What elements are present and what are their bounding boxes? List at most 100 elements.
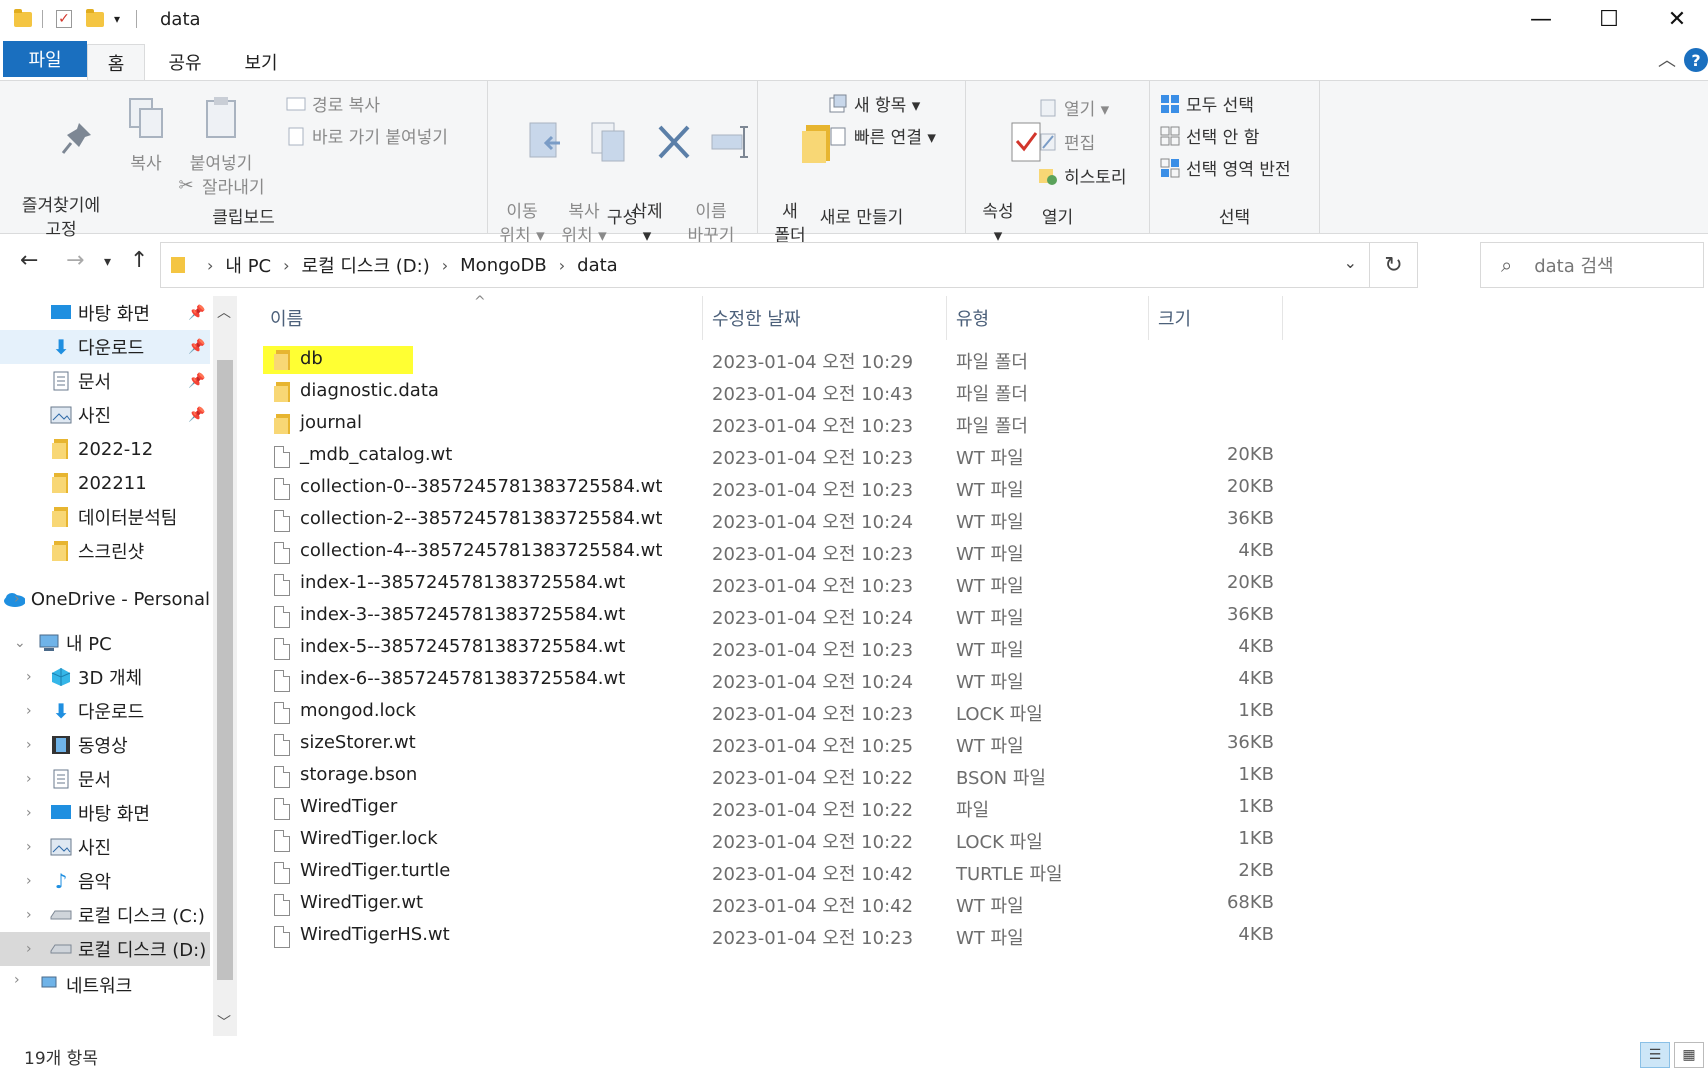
expand-chevron-icon[interactable]: ›	[14, 591, 20, 607]
column-header-size[interactable]: 크기	[1158, 296, 1191, 340]
file-row[interactable]: storage.bson 2023-01-04 오전 10:22 BSON 파일 1K…	[240, 760, 1708, 792]
properties-quick-icon[interactable]: ✓	[56, 10, 72, 28]
nav-onedrive[interactable]: › OneDrive - Personal	[0, 582, 210, 616]
large-icons-view-icon[interactable]: ▦	[1674, 1042, 1704, 1068]
column-header-date[interactable]: 수정한 날짜	[712, 296, 801, 340]
tab-home[interactable]: 홈	[87, 44, 145, 80]
file-row[interactable]: sizeStorer.wt 2023-01-04 오전 10:25 WT 파일 36K…	[240, 728, 1708, 760]
expand-chevron-icon[interactable]: ›	[26, 941, 32, 957]
invert-selection-button[interactable]: 선택 영역 반전	[1160, 155, 1291, 180]
edit-button[interactable]: 편집	[1038, 129, 1095, 154]
file-row[interactable]: WiredTiger.wt 2023-01-04 오전 10:42 WT 파일 68K…	[240, 888, 1708, 920]
details-view-icon[interactable]: ☰	[1640, 1042, 1670, 1068]
open-button[interactable]: 열기 ▾	[1038, 95, 1109, 120]
minimize-button[interactable]: —	[1510, 0, 1572, 38]
history-button[interactable]: 히스토리	[1038, 163, 1127, 188]
customize-toolbar-chevron-icon[interactable]: ▾	[114, 8, 120, 30]
expand-chevron-icon[interactable]: ›	[26, 805, 32, 821]
nav-quick-folder-202211[interactable]: 202211	[0, 466, 210, 500]
nav-quick-pictures[interactable]: 사진 📌	[0, 398, 210, 432]
file-row[interactable]: index-3--3857245781383725584.wt 2023-01-0…	[240, 600, 1708, 632]
file-row[interactable]: db 2023-01-04 오전 10:29 파일 폴더	[240, 344, 1708, 376]
file-row[interactable]: index-5--3857245781383725584.wt 2023-01-0…	[240, 632, 1708, 664]
cut-button[interactable]: ✂ 잘라내기	[176, 173, 264, 198]
nav-pc-documents[interactable]: › 문서	[0, 762, 210, 796]
expand-chevron-icon[interactable]: ›	[26, 771, 32, 787]
help-icon[interactable]: ?	[1684, 48, 1708, 72]
nav-pc-drive-c[interactable]: › 로컬 디스크 (C:)	[0, 898, 210, 932]
folder-icon[interactable]	[14, 8, 32, 27]
file-row[interactable]: WiredTiger.turtle 2023-01-04 오전 10:42 TURT…	[240, 856, 1708, 888]
file-row[interactable]: collection-0--3857245781383725584.wt 2023…	[240, 472, 1708, 504]
file-row[interactable]: journal 2023-01-04 오전 10:23 파일 폴더	[240, 408, 1708, 440]
tab-view[interactable]: 보기	[230, 44, 292, 80]
collapse-ribbon-icon[interactable]: ︿	[1658, 46, 1676, 72]
paste-shortcut-button[interactable]: 바로 가기 붙여넣기	[286, 123, 448, 148]
file-row[interactable]: WiredTiger.lock 2023-01-04 오전 10:22 LOCK 파…	[240, 824, 1708, 856]
tab-share[interactable]: 공유	[154, 44, 216, 80]
file-row[interactable]: index-6--3857245781383725584.wt 2023-01-0…	[240, 664, 1708, 696]
copy-button[interactable]: 복사	[118, 95, 174, 176]
back-arrow-icon[interactable]: ←	[20, 248, 38, 273]
file-row[interactable]: collection-2--3857245781383725584.wt 2023…	[240, 504, 1708, 536]
file-row[interactable]: index-1--3857245781383725584.wt 2023-01-0…	[240, 568, 1708, 600]
nav-this-pc[interactable]: ⌄ 내 PC	[0, 626, 210, 660]
nav-quick-folder-team[interactable]: 데이터분석팀	[0, 500, 210, 534]
nav-pc-pictures[interactable]: › 사진	[0, 830, 210, 864]
expand-chevron-icon[interactable]: ›	[26, 907, 32, 923]
expand-chevron-icon[interactable]: ›	[26, 873, 32, 889]
file-row[interactable]: diagnostic.data 2023-01-04 오전 10:43 파일 폴더	[240, 376, 1708, 408]
file-row[interactable]: mongod.lock 2023-01-04 오전 10:23 LOCK 파일 1KB	[240, 696, 1708, 728]
expand-chevron-icon[interactable]: ›	[26, 703, 32, 719]
breadcrumb-drive-d[interactable]: 로컬 디스크 (D:)	[302, 252, 430, 278]
search-box[interactable]: ⌕ data 검색	[1480, 242, 1704, 288]
paste-button[interactable]: 붙여넣기	[176, 95, 266, 176]
new-item-button[interactable]: 새 항목 ▾	[828, 91, 920, 116]
nav-pc-drive-d[interactable]: › 로컬 디스크 (D:)	[0, 932, 210, 966]
nav-pc-videos[interactable]: › 동영상	[0, 728, 210, 762]
column-divider[interactable]	[1282, 296, 1283, 340]
scroll-down-icon[interactable]: ﹀	[217, 1012, 231, 1032]
nav-scrollbar[interactable]: ︿ ﹀	[213, 296, 237, 1036]
address-bar[interactable]: › 내 PC › 로컬 디스크 (D:) › MongoDB › data ⌄ …	[160, 242, 1418, 288]
expand-chevron-icon[interactable]: ›	[26, 737, 32, 753]
select-none-button[interactable]: 선택 안 함	[1160, 123, 1259, 148]
column-divider[interactable]	[1148, 296, 1149, 340]
collapse-chevron-icon[interactable]: ⌄	[14, 635, 26, 651]
refresh-icon[interactable]: ↻	[1369, 243, 1417, 287]
file-row[interactable]: collection-4--3857245781383725584.wt 2023…	[240, 536, 1708, 568]
expand-chevron-icon[interactable]: ›	[26, 669, 32, 685]
column-divider[interactable]	[702, 296, 703, 340]
nav-quick-desktop[interactable]: 바탕 화면 📌	[0, 296, 210, 330]
nav-network[interactable]: › 네트워크	[0, 972, 210, 994]
scroll-thumb[interactable]	[217, 360, 233, 980]
expand-chevron-icon[interactable]: ›	[14, 972, 20, 988]
file-row[interactable]: WiredTigerHS.wt 2023-01-04 오전 10:23 WT 파일 4…	[240, 920, 1708, 952]
nav-pc-desktop[interactable]: › 바탕 화면	[0, 796, 210, 830]
file-row[interactable]: _mdb_catalog.wt 2023-01-04 오전 10:23 WT 파일 2…	[240, 440, 1708, 472]
breadcrumb-mongodb[interactable]: MongoDB	[460, 255, 547, 276]
column-divider[interactable]	[946, 296, 947, 340]
tab-file[interactable]: 파일	[3, 41, 87, 77]
expand-chevron-icon[interactable]: ›	[26, 839, 32, 855]
address-dropdown-chevron-icon[interactable]: ⌄	[1344, 253, 1357, 272]
column-header-type[interactable]: 유형	[956, 296, 989, 340]
nav-quick-downloads[interactable]: ⬇ 다운로드 📌	[0, 330, 210, 364]
nav-pc-3d-objects[interactable]: › 3D 개체	[0, 660, 210, 694]
nav-quick-documents[interactable]: 문서 📌	[0, 364, 210, 398]
copy-path-button[interactable]: 경로 복사	[286, 91, 380, 116]
breadcrumb-this-pc[interactable]: 내 PC	[225, 252, 271, 278]
up-arrow-icon[interactable]: ↑	[130, 248, 148, 273]
close-button[interactable]: ✕	[1646, 0, 1708, 38]
file-row[interactable]: WiredTiger 2023-01-04 오전 10:22 파일 1KB	[240, 792, 1708, 824]
easy-access-button[interactable]: 빠른 연결 ▾	[828, 123, 936, 148]
forward-arrow-icon[interactable]: →	[66, 248, 84, 273]
new-folder-quick-icon[interactable]	[86, 8, 104, 27]
breadcrumb-data[interactable]: data	[577, 255, 618, 276]
nav-quick-folder-2022-12[interactable]: 2022-12	[0, 432, 210, 466]
maximize-button[interactable]: ☐	[1578, 0, 1640, 38]
scroll-up-icon[interactable]: ︿	[217, 302, 231, 322]
nav-pc-downloads[interactable]: › ⬇ 다운로드	[0, 694, 210, 728]
select-all-button[interactable]: 모두 선택	[1160, 91, 1254, 116]
column-header-name[interactable]: 이름	[270, 296, 303, 340]
